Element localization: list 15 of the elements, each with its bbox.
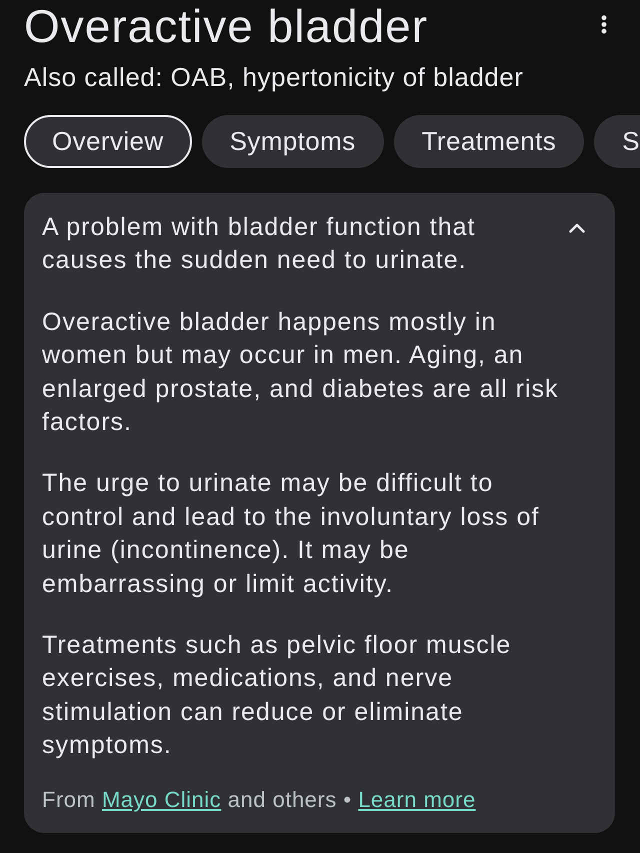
collapse-chevron-icon[interactable] xyxy=(569,223,585,233)
tab[interactable]: Overview xyxy=(24,115,192,168)
source-link[interactable]: Mayo Clinic xyxy=(102,786,222,812)
more-options-icon[interactable] xyxy=(601,15,607,34)
tab[interactable]: Treatments xyxy=(394,115,584,168)
tab[interactable]: Symptoms xyxy=(202,115,384,168)
page-title: Overactive bladder xyxy=(24,0,428,52)
alternate-names: Also called: OAB, hypertonicity of bladder xyxy=(24,61,524,93)
source-link[interactable]: Learn more xyxy=(358,786,476,812)
description-paragraph: A problem with bladder function that causes the sudden need to urinate. xyxy=(42,212,476,276)
description-paragraph: Treatments such as pelvic floor muscle exercises, medications, and nerve stimulation can reduce or eliminate symptoms. xyxy=(42,630,512,762)
description-paragraph: Overactive bladder happens mostly in women but may occur in men. Aging, an enlarged prostate, and diabetes are all risk factors. xyxy=(42,306,560,438)
source-attribution: From Mayo Clinic and others • Learn more xyxy=(42,786,477,814)
tab[interactable]: S xyxy=(594,115,640,168)
description-paragraph: The urge to urinate may be difficult to control and lead to the involuntary loss of urine (incontinence). It may be embarrassing or limit activity. xyxy=(42,468,540,600)
